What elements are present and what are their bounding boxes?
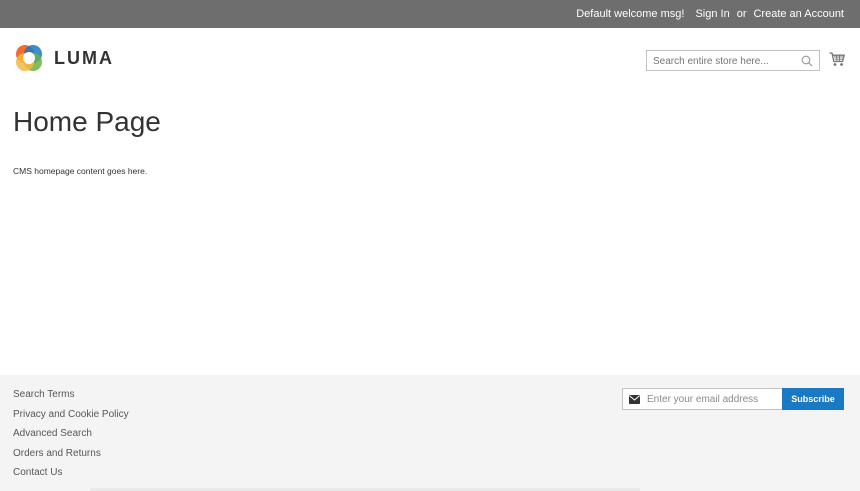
cms-content: CMS homepage content goes here.	[13, 166, 148, 176]
footer-links: Search Terms Privacy and Cookie Policy A…	[13, 389, 129, 487]
search-icon[interactable]	[801, 55, 813, 67]
advanced-search-link[interactable]: Advanced Search	[13, 428, 92, 439]
store-logo[interactable]: LUMA	[13, 42, 114, 74]
newsletter-email-input[interactable]	[623, 389, 782, 410]
panel-header: Default welcome msg! Sign In or Create a…	[0, 0, 860, 28]
newsletter-field	[622, 388, 782, 410]
sign-in-link[interactable]: Sign In	[695, 8, 729, 20]
cart-icon[interactable]	[829, 52, 845, 67]
search-input[interactable]	[647, 52, 819, 71]
orders-returns-link[interactable]: Orders and Returns	[13, 448, 101, 459]
footer-link-item: Orders and Returns	[13, 448, 129, 468]
search-box	[646, 50, 820, 71]
footer: Search Terms Privacy and Cookie Policy A…	[0, 375, 860, 491]
footer-link-item: Contact Us	[13, 467, 129, 487]
privacy-policy-link[interactable]: Privacy and Cookie Policy	[13, 409, 129, 420]
footer-link-item: Search Terms	[13, 389, 129, 409]
contact-us-link[interactable]: Contact Us	[13, 467, 62, 478]
subscribe-button[interactable]: Subscribe	[782, 388, 844, 410]
create-account-link[interactable]: Create an Account	[753, 8, 844, 20]
or-separator: or	[736, 8, 747, 20]
mail-icon	[629, 395, 640, 404]
footer-link-item: Privacy and Cookie Policy	[13, 409, 129, 429]
luma-logo-icon	[16, 45, 42, 71]
page-title: Home Page	[13, 106, 161, 137]
logo-text: LUMA	[54, 47, 114, 68]
footer-link-item: Advanced Search	[13, 428, 129, 448]
welcome-message: Default welcome msg!	[576, 8, 685, 20]
search-terms-link[interactable]: Search Terms	[13, 389, 75, 400]
newsletter-form: Subscribe	[622, 388, 844, 410]
